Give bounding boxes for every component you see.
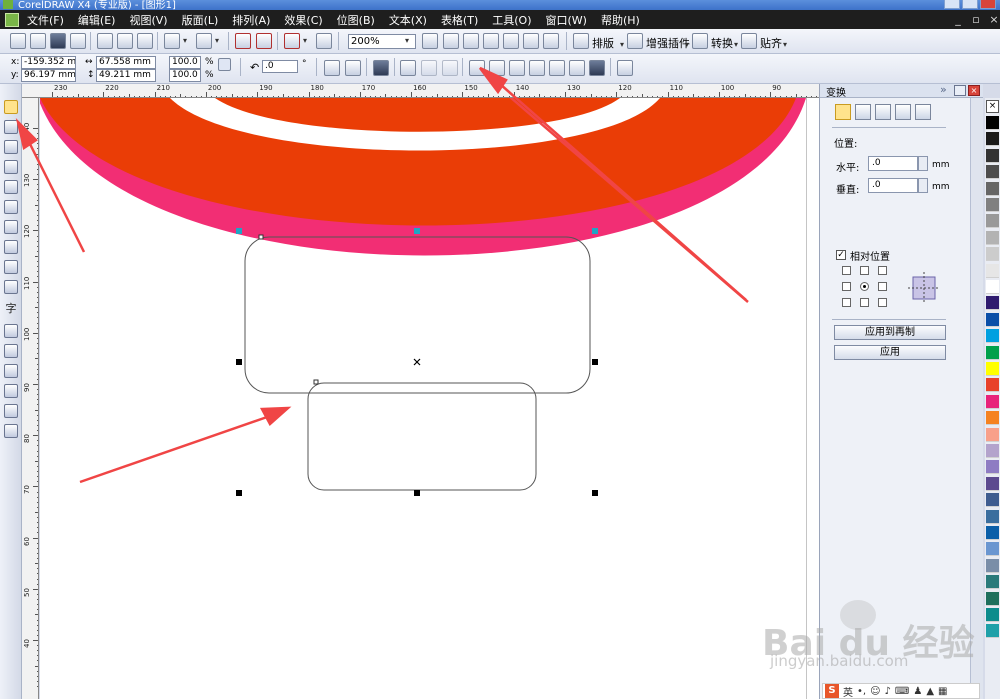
palette-swatch[interactable] bbox=[986, 575, 999, 590]
relative-position-label: 相对位置 bbox=[850, 252, 890, 263]
palette-swatch[interactable] bbox=[986, 509, 999, 524]
anchor-top-right[interactable] bbox=[878, 266, 887, 275]
anchor-bottom-left[interactable] bbox=[842, 298, 851, 307]
palette-swatch[interactable] bbox=[986, 296, 999, 311]
keyboard-icon[interactable]: ⌨ bbox=[895, 686, 909, 697]
palette-swatch[interactable] bbox=[986, 394, 999, 409]
palette-swatch[interactable] bbox=[986, 460, 999, 475]
palette-swatch[interactable] bbox=[986, 329, 999, 344]
user-icon[interactable]: ♟ bbox=[913, 686, 922, 697]
position-heading: 位置: bbox=[834, 139, 858, 150]
palette-swatch[interactable] bbox=[986, 591, 999, 606]
palette-swatch[interactable] bbox=[986, 378, 999, 393]
palette-swatch[interactable] bbox=[986, 198, 999, 212]
punctuation-icon[interactable]: •, bbox=[857, 686, 866, 697]
palette-swatch[interactable] bbox=[986, 214, 999, 229]
palette-swatch[interactable] bbox=[986, 132, 999, 147]
horizontal-spinner[interactable] bbox=[918, 156, 928, 171]
palette-swatch[interactable] bbox=[986, 558, 999, 573]
vertical-spinner[interactable] bbox=[918, 178, 928, 193]
rotate-tab-icon[interactable] bbox=[855, 104, 871, 120]
palette-swatch[interactable] bbox=[986, 608, 999, 622]
docker-close-icon[interactable]: × bbox=[968, 85, 980, 96]
ime-toolbar[interactable]: S 英 •, ☺ ♪ ⌨ ♟ ▲ ▦ bbox=[822, 683, 980, 699]
docker-title: 变换 bbox=[826, 88, 846, 99]
palette-swatch[interactable] bbox=[986, 230, 999, 245]
baidu-watermark: Bai du 经验 jingyan.baidu.com bbox=[762, 600, 975, 680]
vertical-position-field[interactable]: .0 bbox=[868, 178, 918, 193]
docker-minimize-icon[interactable] bbox=[954, 85, 966, 96]
coreldraw-window: CorelDRAW X4 (专业版) - [图形1] 文件(F) 编辑(E) 视… bbox=[0, 0, 1000, 699]
position-preview-icon bbox=[908, 272, 940, 304]
watermark-url: jingyan.baidu.com bbox=[770, 652, 909, 670]
size-tab-icon[interactable] bbox=[895, 104, 911, 120]
ime-mode[interactable]: 英 bbox=[843, 684, 853, 699]
horizontal-label: 水平: bbox=[836, 163, 860, 174]
sogou-icon[interactable]: S bbox=[825, 684, 839, 698]
palette-swatch[interactable] bbox=[986, 345, 999, 360]
position-tab-icon[interactable] bbox=[835, 104, 851, 120]
skew-tab-icon[interactable] bbox=[915, 104, 931, 120]
palette-swatch[interactable] bbox=[986, 542, 999, 557]
palette-swatch[interactable] bbox=[986, 116, 999, 130]
scale-mirror-tab-icon[interactable] bbox=[875, 104, 891, 120]
palette-swatch[interactable] bbox=[986, 427, 999, 442]
palette-swatch[interactable] bbox=[986, 493, 999, 508]
skin-icon[interactable]: ▲ bbox=[926, 686, 934, 697]
palette-swatch[interactable] bbox=[986, 362, 999, 376]
palette-swatch[interactable] bbox=[986, 165, 999, 180]
palette-swatch[interactable] bbox=[986, 411, 999, 426]
anchor-center[interactable] bbox=[860, 282, 869, 291]
apply-button[interactable]: 应用 bbox=[834, 345, 946, 360]
voice-icon[interactable]: ♪ bbox=[885, 686, 891, 697]
toolbox-icon[interactable]: ▦ bbox=[938, 686, 947, 697]
palette-swatch[interactable] bbox=[986, 476, 999, 491]
docker-tab-strip[interactable] bbox=[970, 98, 983, 699]
palette-swatch[interactable] bbox=[986, 526, 999, 540]
anchor-middle-right[interactable] bbox=[878, 282, 887, 291]
palette-swatch[interactable] bbox=[986, 247, 999, 262]
palette-swatch[interactable] bbox=[986, 444, 999, 458]
palette-swatch[interactable] bbox=[986, 280, 999, 294]
apply-to-duplicate-button[interactable]: 应用到再制 bbox=[834, 325, 946, 340]
no-color-swatch[interactable]: × bbox=[986, 100, 999, 113]
color-palette: × bbox=[985, 98, 1000, 699]
relative-position-checkbox[interactable]: ✓ bbox=[836, 250, 846, 260]
palette-swatch[interactable] bbox=[986, 181, 999, 196]
vertical-label: 垂直: bbox=[836, 185, 860, 196]
horizontal-position-field[interactable]: .0 bbox=[868, 156, 918, 171]
palette-swatch[interactable] bbox=[986, 312, 999, 327]
palette-swatch[interactable] bbox=[986, 148, 999, 163]
anchor-top-center[interactable] bbox=[860, 266, 869, 275]
emoji-icon[interactable]: ☺ bbox=[870, 686, 880, 697]
docker-collapse-icon[interactable]: » bbox=[940, 83, 947, 96]
palette-swatch[interactable] bbox=[986, 263, 999, 278]
palette-swatch[interactable] bbox=[986, 624, 999, 639]
anchor-middle-left[interactable] bbox=[842, 282, 851, 291]
anchor-top-left[interactable] bbox=[842, 266, 851, 275]
anchor-bottom-right[interactable] bbox=[878, 298, 887, 307]
anchor-bottom-center[interactable] bbox=[860, 298, 869, 307]
